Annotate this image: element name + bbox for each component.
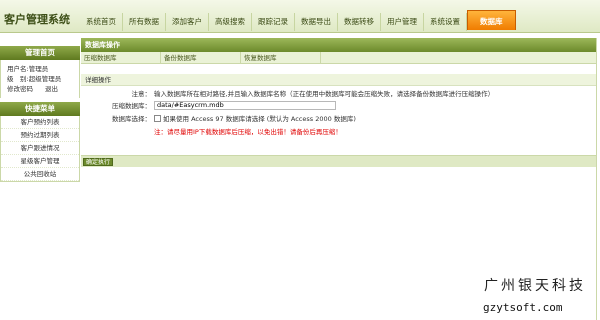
nav-data-transfer[interactable]: 数据转移	[338, 13, 381, 31]
right-border	[596, 38, 597, 320]
access97-checkbox[interactable]	[154, 114, 161, 122]
db-select-label: 数据库选择：	[112, 115, 151, 123]
nav-all-data[interactable]: 所有数据	[123, 13, 166, 31]
db-path-label: 压缩数据库：	[112, 102, 151, 110]
app-title: 客户管理系统	[4, 13, 70, 26]
section-title: 详细操作	[81, 74, 596, 86]
watermark-url: gzytsoft.com	[483, 301, 563, 314]
nav-user-management[interactable]: 用户管理	[381, 13, 424, 31]
operation-tabs: 压缩数据库 备份数据库 恢复数据库	[81, 52, 596, 64]
submit-button[interactable]: 确定执行	[83, 158, 114, 166]
nav-advanced-search[interactable]: 高级搜索	[209, 13, 252, 31]
sidebar: 管理首页 用户名:管理员 级 别:超级管理员 修改密码 退出 快捷菜单 客户预约…	[0, 46, 80, 320]
watermark-company: 广州银天科技	[484, 278, 586, 294]
menu-item-recycle-bin[interactable]: 公共回收站	[1, 168, 79, 181]
main-nav: 系统首页 所有数据 添加客户 高级搜索 跟踪记录 数据导出 数据转移 用户管理 …	[80, 10, 516, 31]
panel-title: 数据库操作	[81, 38, 596, 52]
sidebar-header[interactable]: 管理首页	[0, 46, 80, 60]
nav-system-settings[interactable]: 系统设置	[424, 13, 467, 31]
tab-compress-db[interactable]: 压缩数据库	[81, 52, 161, 64]
user-info: 用户名:管理员 级 别:超级管理员 修改密码 退出	[0, 60, 80, 98]
main-panel: 数据库操作 压缩数据库 备份数据库 恢复数据库 详细操作 注意： 输入数据库所在…	[81, 38, 596, 172]
change-password-link[interactable]: 修改密码	[7, 84, 33, 94]
username-line: 用户名:管理员	[7, 65, 49, 73]
nav-tracking-records[interactable]: 跟踪记录	[252, 13, 295, 31]
logout-link[interactable]: 退出	[45, 84, 58, 94]
access97-checkbox-label: 如果使用 Access 97 数据库请选择 (默认为 Access 2000 数…	[163, 115, 356, 123]
compress-form: 注意： 输入数据库所在相对路径,并且输入数据库名称（正在使用中数据库可能会压缩失…	[81, 86, 596, 144]
menu-item-appointments[interactable]: 客户预约列表	[1, 116, 79, 129]
tab-backup-db[interactable]: 备份数据库	[161, 52, 241, 64]
tab-restore-db[interactable]: 恢复数据库	[241, 52, 321, 64]
form-footer: 确定执行	[81, 155, 596, 167]
note-label: 注意：	[131, 90, 152, 98]
menu-item-star-customers[interactable]: 星级客户管理	[1, 155, 79, 168]
nav-data-export[interactable]: 数据导出	[295, 13, 338, 31]
top-bar: 客户管理系统 系统首页 所有数据 添加客户 高级搜索 跟踪记录 数据导出 数据转…	[0, 0, 600, 33]
nav-add-customer[interactable]: 添加客户	[166, 13, 209, 31]
warning-text: 注：请尽量用IP下载数据库后压缩，以免出错！请备份后再压缩！	[154, 128, 342, 136]
menu-item-expired-appointments[interactable]: 预约过期列表	[1, 129, 79, 142]
db-path-input[interactable]	[154, 100, 336, 110]
menu-item-followup[interactable]: 客户跟进情况	[1, 142, 79, 155]
quick-menu-header: 快捷菜单	[0, 102, 80, 116]
nav-home[interactable]: 系统首页	[80, 13, 123, 31]
quick-menu: 客户预约列表 预约过期列表 客户跟进情况 星级客户管理 公共回收站	[0, 116, 80, 182]
role-line: 级 别:超级管理员	[7, 75, 62, 83]
nav-database[interactable]: 数据库	[467, 10, 516, 30]
note-text: 输入数据库所在相对路径,并且输入数据库名称（正在使用中数据库可能会压缩失败，请选…	[154, 90, 495, 98]
